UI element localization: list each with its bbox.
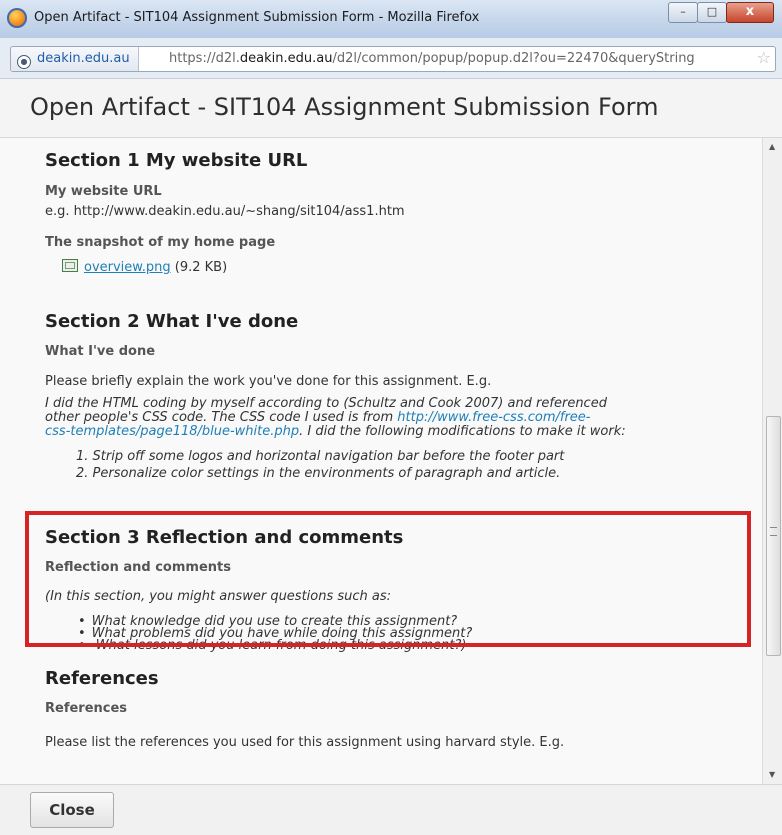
url-prefix: https://d2l. <box>169 51 240 66</box>
section1-field2-label: The snapshot of my home page <box>45 235 276 250</box>
close-button[interactable]: Close <box>30 792 114 828</box>
bookmark-star-icon[interactable]: ☆ <box>757 48 771 67</box>
dialog-footer: Close <box>0 784 782 835</box>
dialog-content: Section 1 My website URL My website URL … <box>0 138 762 784</box>
dialog-header: Open Artifact - SIT104 Assignment Submis… <box>0 79 782 138</box>
attachment-size: (9.2 KB) <box>174 260 228 275</box>
url-path: /d2l/common/popup/popup.d2l?ou=22470&que… <box>332 51 695 66</box>
attachment-row: overview.png (9.2 KB) <box>62 259 227 275</box>
references-intro: Please list the references you used for … <box>45 735 565 750</box>
address-bar: ● deakin.edu.au https://d2l.deakin.edu.au… <box>0 38 782 79</box>
scrollbar-thumb[interactable] <box>766 416 781 656</box>
window-titlebar: Open Artifact - SIT104 Assignment Submis… <box>0 0 782 39</box>
list-item: 1. Strip off some logos and horizontal n… <box>76 449 565 464</box>
maximize-button[interactable]: □ <box>697 2 727 23</box>
list-item: 2. Personalize color settings in the env… <box>76 466 561 481</box>
url-text: https://d2l.deakin.edu.au/d2l/common/pop… <box>169 47 695 71</box>
section1-field1-label: My website URL <box>45 184 162 199</box>
section2-para-line2: other people's CSS code. The CSS code I … <box>45 411 590 425</box>
section2-intro: Please briefly explain the work you've d… <box>45 374 492 389</box>
url-field[interactable]: ● deakin.edu.au https://d2l.deakin.edu.au… <box>10 46 776 72</box>
scroll-up-arrow-icon[interactable]: ▲ <box>769 142 775 151</box>
attachment-link[interactable]: overview.png <box>84 260 171 275</box>
section2-heading: Section 2 What I've done <box>45 311 299 332</box>
free-css-link-cont[interactable]: css-templates/page118/blue-white.php <box>45 424 299 439</box>
section2-field-label: What I've done <box>45 344 156 359</box>
window-controls: – □ x <box>668 2 774 23</box>
globe-icon: ● <box>17 55 31 69</box>
close-window-button[interactable]: x <box>726 2 774 23</box>
section2-para-text-a: other people's CSS code. The CSS code I … <box>45 410 398 425</box>
vertical-scrollbar[interactable]: ▲ ▼ <box>762 138 782 784</box>
site-identity-label: deakin.edu.au <box>37 51 130 66</box>
image-file-icon <box>62 259 78 272</box>
free-css-link[interactable]: http://www.free-css.com/free- <box>397 410 590 425</box>
section2-para-line1: I did the HTML coding by myself accordin… <box>45 396 607 411</box>
references-heading: References <box>45 668 159 689</box>
minimize-button[interactable]: – <box>668 2 698 23</box>
dialog-title: Open Artifact - SIT104 Assignment Submis… <box>30 93 659 121</box>
firefox-icon <box>7 8 27 28</box>
scroll-down-arrow-icon[interactable]: ▼ <box>769 770 775 779</box>
section1-heading: Section 1 My website URL <box>45 150 308 171</box>
section1-field1-value: e.g. http://www.deakin.edu.au/~shang/sit… <box>45 204 405 219</box>
site-identity-button[interactable]: ● deakin.edu.au <box>11 47 139 71</box>
section2-para-text-b: . I did the following modifications to m… <box>299 424 626 439</box>
url-domain: deakin.edu.au <box>239 51 333 66</box>
grip-icon <box>770 527 777 536</box>
section2-para-line3: css-templates/page118/blue-white.php. I … <box>45 425 626 439</box>
window-title: Open Artifact - SIT104 Assignment Submis… <box>34 10 480 25</box>
highlight-box <box>25 511 751 647</box>
references-field-label: References <box>45 701 128 716</box>
